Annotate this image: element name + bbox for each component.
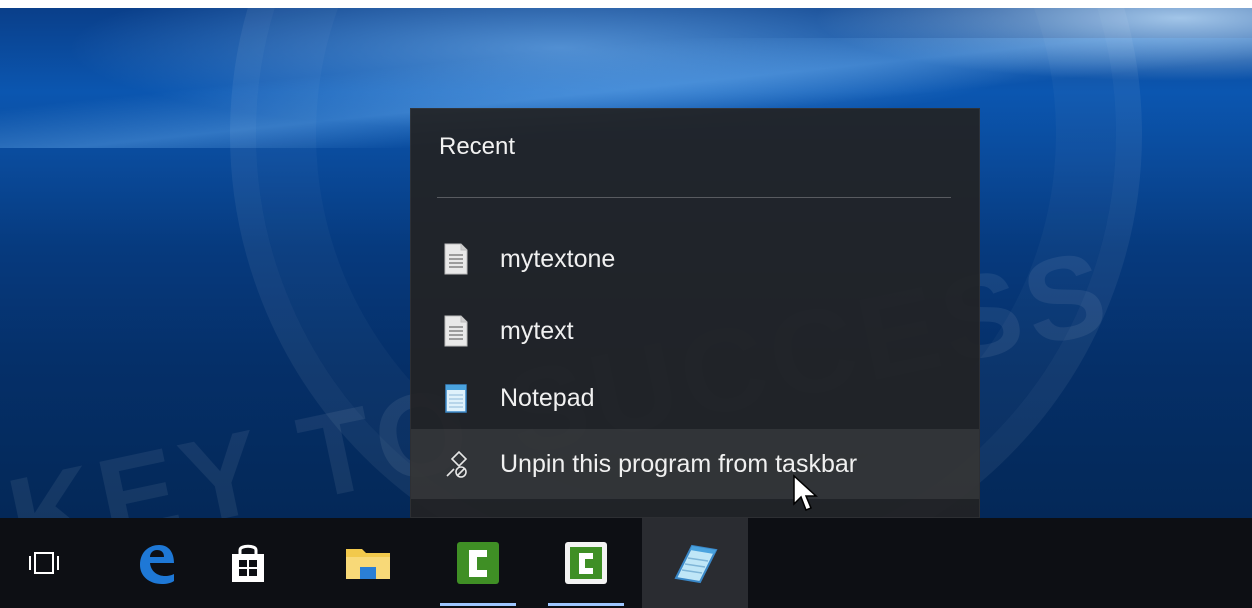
task-view-button[interactable]	[6, 518, 82, 608]
notepad-taskbar-button[interactable]	[642, 518, 748, 608]
camtasia-recorder-button[interactable]	[542, 518, 630, 608]
notepad-icon	[445, 384, 467, 413]
notepad-label: Notepad	[500, 383, 595, 412]
text-file-icon	[444, 243, 468, 275]
jump-list-menu: Recent mytextone mytext Notepad Unpin th…	[410, 108, 980, 518]
mouse-cursor-icon	[793, 474, 818, 511]
running-indicator	[548, 603, 624, 606]
store-icon	[232, 544, 264, 582]
recent-item-mytext[interactable]: mytext	[411, 299, 979, 363]
recent-item-mytextone[interactable]: mytextone	[411, 227, 979, 291]
notepad-icon	[674, 544, 718, 584]
camtasia-recorder-icon	[565, 542, 607, 584]
taskbar	[0, 518, 1252, 608]
camtasia-icon	[457, 542, 499, 584]
running-indicator	[440, 603, 516, 606]
edge-button[interactable]	[118, 518, 194, 608]
unpin-from-taskbar-item[interactable]: Unpin this program from taskbar	[411, 429, 979, 499]
notepad-item[interactable]: Notepad	[411, 366, 979, 430]
text-file-icon	[444, 315, 468, 347]
jump-list-title: Recent	[439, 133, 516, 160]
task-view-icon	[29, 552, 59, 574]
recent-item-label: mytextone	[500, 244, 616, 273]
divider	[437, 197, 951, 198]
store-button[interactable]	[210, 518, 286, 608]
file-explorer-button[interactable]	[330, 518, 406, 608]
camtasia-button[interactable]	[434, 518, 522, 608]
edge-icon	[140, 545, 174, 584]
desktop-background: KEY TO SUCCESS Recent mytextone	[0, 8, 1252, 608]
file-explorer-icon	[346, 549, 390, 579]
unpin-icon	[446, 450, 468, 478]
recent-item-label: mytext	[500, 316, 574, 345]
